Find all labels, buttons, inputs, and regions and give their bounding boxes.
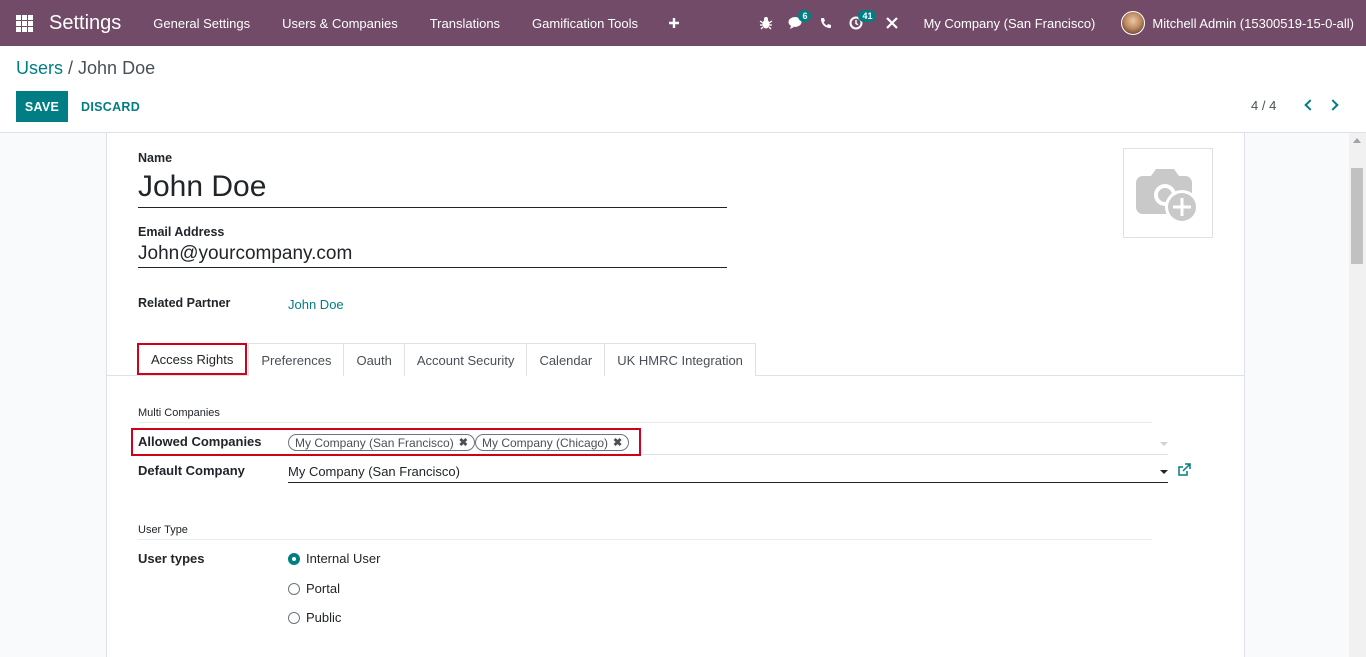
allowed-companies-highlight [131,428,641,456]
user-menu[interactable]: Mitchell Admin (15300519-15-0-all) [1121,11,1366,35]
menu-users-companies[interactable]: Users & Companies [266,0,414,46]
default-company-value: My Company (San Francisco) [288,464,460,479]
user-types-label: User types [138,551,205,566]
section-divider [138,539,1152,540]
breadcrumb-users-link[interactable]: Users [16,58,63,78]
menu-translations[interactable]: Translations [414,0,516,46]
scrollbar[interactable] [1349,133,1366,657]
radio-unchecked-icon[interactable] [288,611,300,624]
user-type-internal[interactable]: Internal User [288,551,380,566]
breadcrumb-separator: / [63,58,79,78]
form-sheet: Name John Doe Email Address John@yourcom… [106,133,1245,657]
form-tabs: Access Rights Preferences Oauth Account … [137,343,756,376]
related-partner-link[interactable]: John Doe [288,297,344,312]
user-photo-upload[interactable] [1123,148,1213,238]
breadcrumb: Users / John Doe [16,58,155,79]
menu-general-settings[interactable]: General Settings [137,0,266,46]
discard-button[interactable]: DISCARD [81,91,140,122]
user-type-public[interactable]: Public [288,610,341,625]
debug-bug-icon[interactable] [751,0,781,46]
tab-uk-hmrc-integration[interactable]: UK HMRC Integration [604,343,756,376]
app-title[interactable]: Settings [49,12,121,35]
tab-access-rights[interactable]: Access Rights [137,343,248,375]
save-button[interactable]: SAVE [16,91,68,122]
name-field[interactable]: John Doe [138,171,727,208]
tools-icon[interactable] [877,0,907,46]
menu-gamification-tools[interactable]: Gamification Tools [516,0,654,46]
multi-companies-section-title: Multi Companies [138,407,220,419]
breadcrumb-current: John Doe [78,58,156,78]
scrollbar-thumb[interactable] [1351,168,1363,264]
section-divider [138,422,1152,423]
tab-preferences[interactable]: Preferences [248,343,345,376]
related-partner-label: Related Partner [138,296,231,310]
name-label: Name [138,151,173,165]
radio-checked-icon[interactable] [288,552,300,565]
pager-previous-button[interactable] [1300,96,1316,114]
avatar [1121,11,1146,35]
user-type-label: Internal User [306,551,381,566]
tab-account-security[interactable]: Account Security [403,343,528,376]
phone-icon[interactable] [811,0,841,46]
apps-menu-icon[interactable] [16,14,33,32]
external-link-icon[interactable] [1177,463,1191,477]
plus-icon[interactable] [654,0,694,46]
user-type-label: Portal [306,581,340,596]
activities-count-badge: 41 [858,10,877,22]
chevron-right-icon [1327,99,1339,111]
allowed-companies-dropdown-icon[interactable] [1160,442,1168,446]
default-company-label: Default Company [138,463,245,478]
tab-oauth[interactable]: Oauth [343,343,405,376]
user-type-label: Public [306,610,342,625]
radio-unchecked-icon[interactable] [288,582,300,595]
activities-clock-icon[interactable]: 41 [841,0,877,46]
messages-icon[interactable]: 6 [781,0,812,46]
camera-plus-icon [1136,169,1199,224]
user-type-section-title: User Type [138,524,188,536]
user-type-portal[interactable]: Portal [288,581,340,596]
messages-count-badge: 6 [798,10,812,22]
default-company-dropdown-icon[interactable] [1160,470,1168,474]
pager-value[interactable]: 4 / 4 [1251,98,1276,113]
tab-calendar[interactable]: Calendar [526,343,606,376]
scroll-up-arrow-icon[interactable] [1353,138,1361,143]
default-company-select[interactable]: My Company (San Francisco) [288,462,1168,483]
top-navbar: Settings General Settings Users & Compan… [0,0,1366,46]
control-panel: Users / John Doe SAVE DISCARD 4 / 4 [0,46,1366,133]
email-label: Email Address [138,225,225,239]
chevron-left-icon [1304,99,1316,111]
pager-next-button[interactable] [1327,96,1343,114]
email-field[interactable]: John@yourcompany.com [138,244,727,268]
user-name: Mitchell Admin (15300519-15-0-all) [1152,15,1354,31]
company-switcher[interactable]: My Company (San Francisco) [907,16,1121,31]
